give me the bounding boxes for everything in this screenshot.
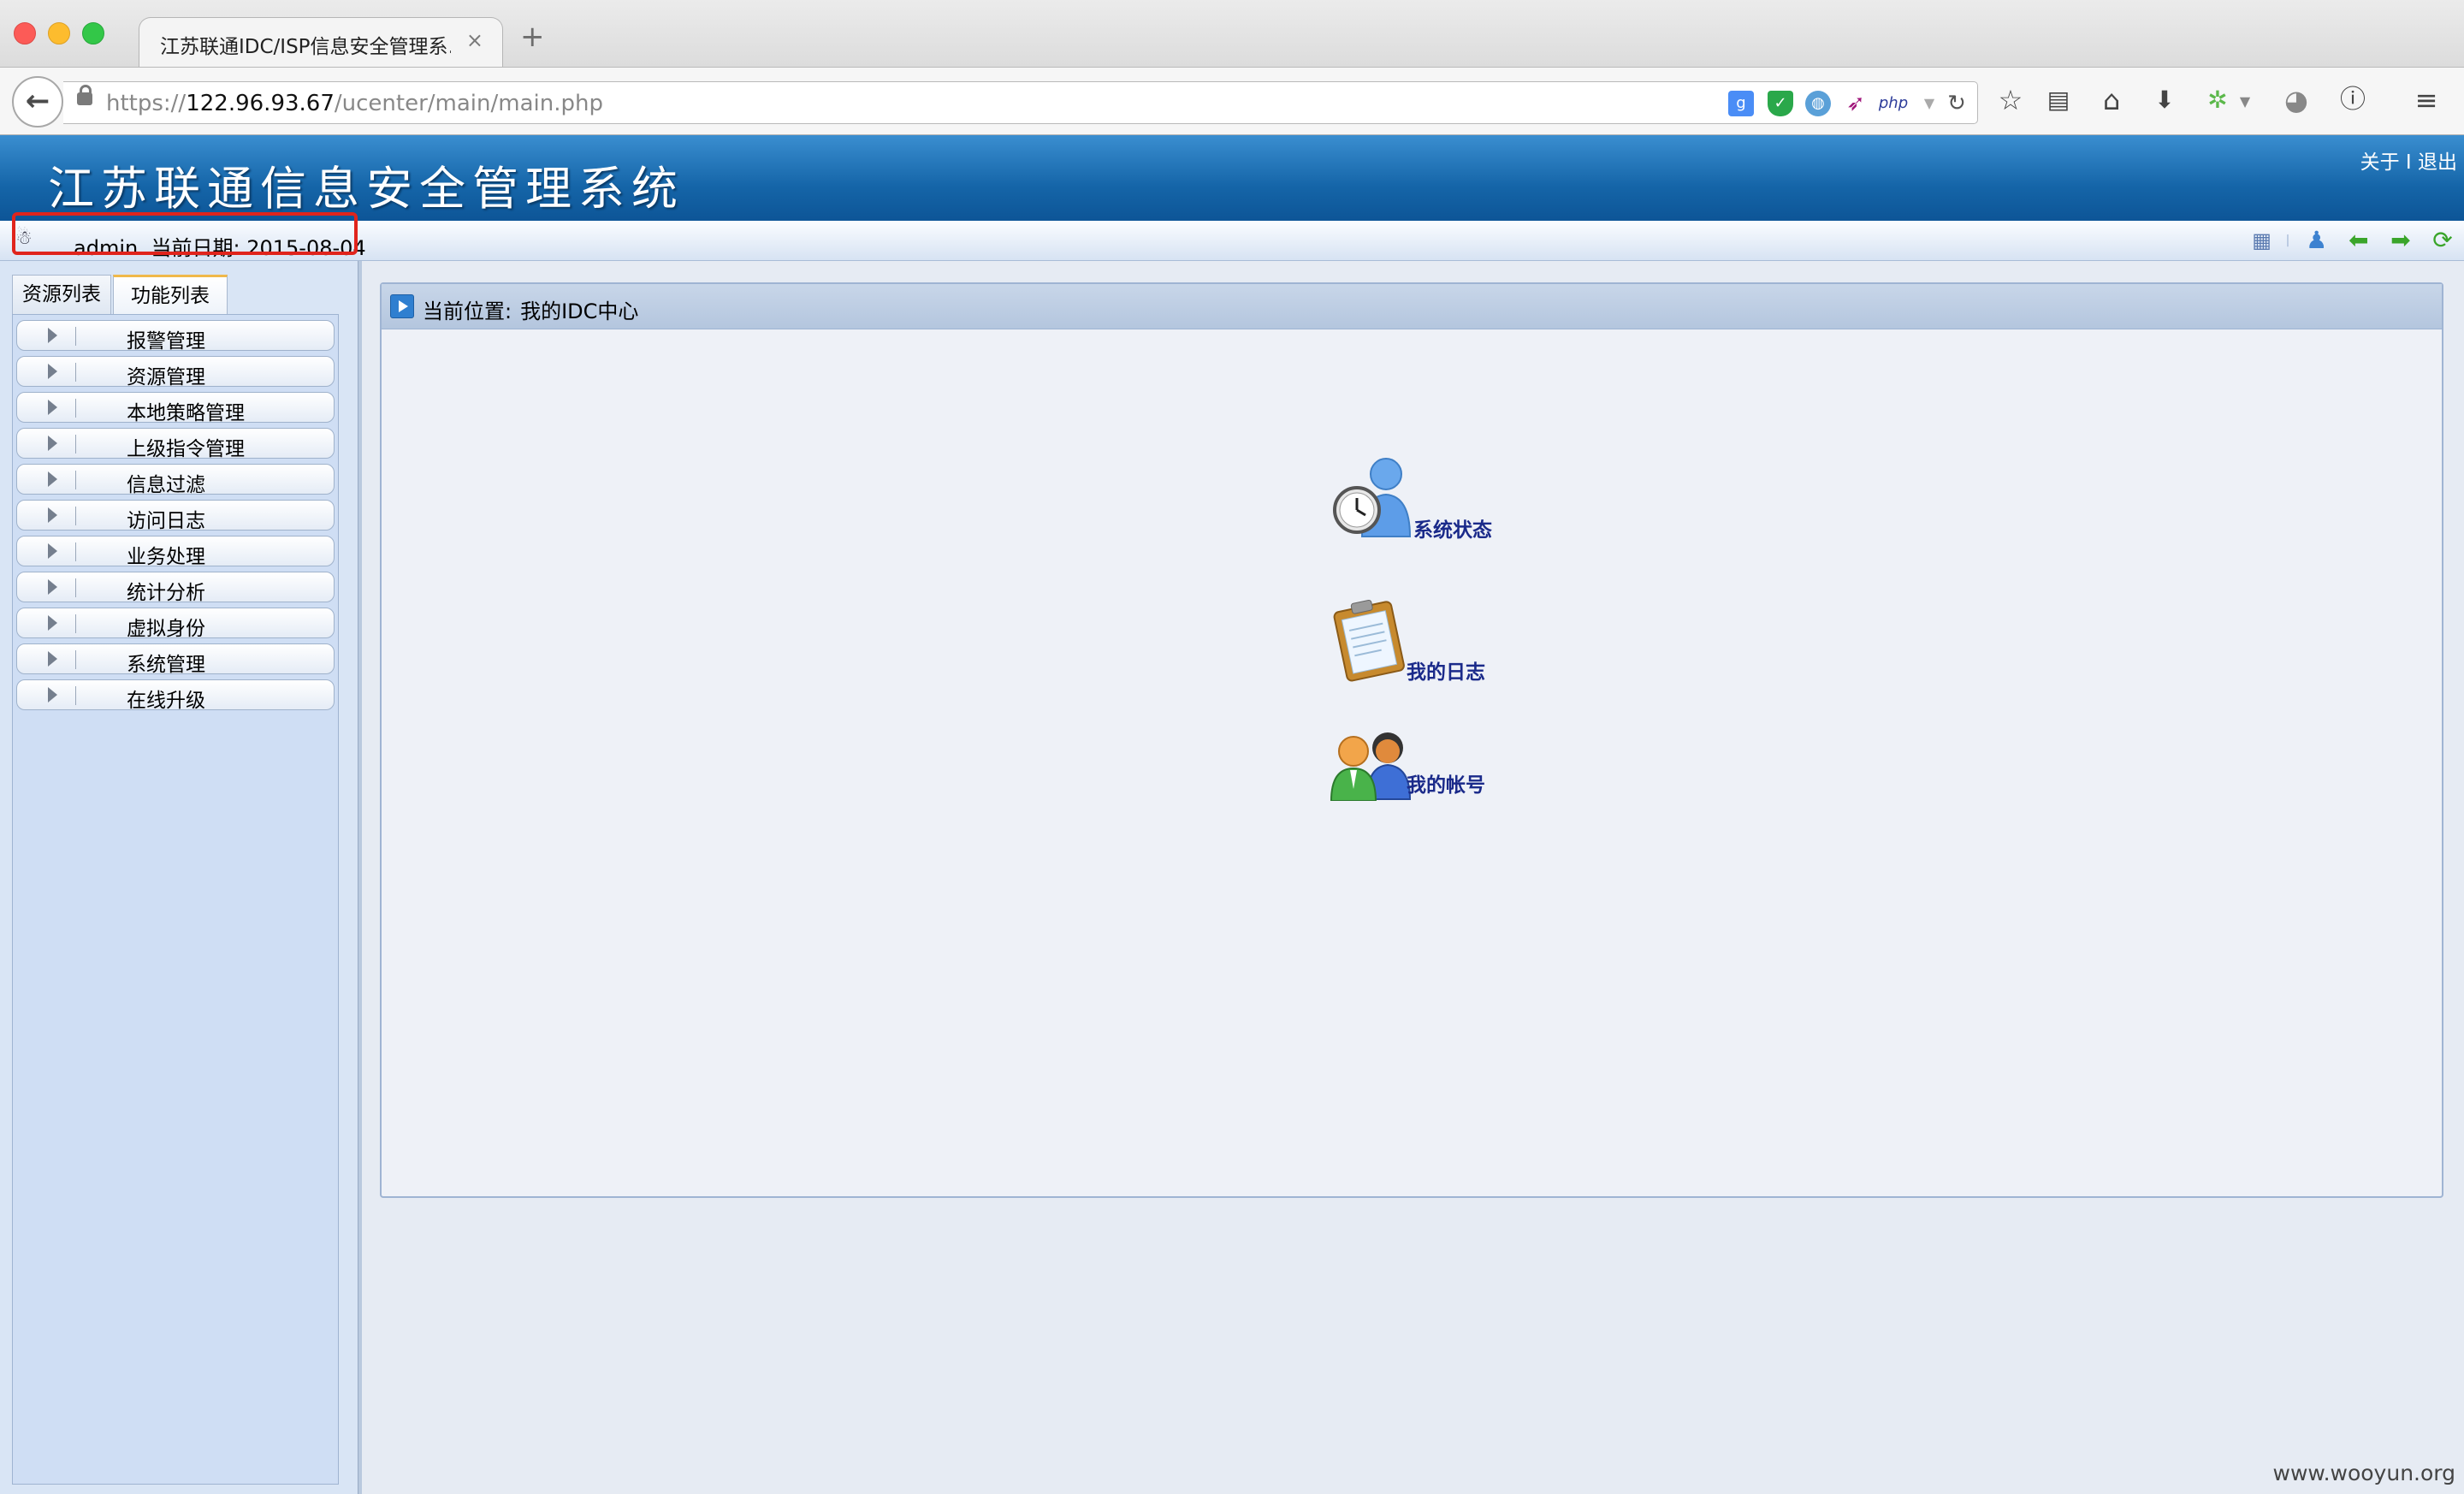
expand-arrow-icon [48, 436, 57, 451]
watermark: www.wooyun.org [2272, 1461, 2455, 1485]
url-text[interactable]: https://122.96.93.67/ucenter/main/main.p… [106, 91, 603, 116]
expand-arrow-icon [48, 687, 57, 703]
expand-arrow-icon [48, 579, 57, 595]
privacy-icon[interactable]: ◕ [2281, 85, 2312, 116]
my-log-shortcut[interactable]: 我的日志 [1328, 597, 1533, 685]
addon-icon[interactable]: ✲ [2202, 85, 2233, 116]
function-list-panel: 报警管理 资源管理 本地策略管理 上级指令管理 信息过滤 访问日志 业务处理 统… [12, 314, 339, 1485]
address-bar[interactable]: https://122.96.93.67/ucenter/main/main.p… [63, 81, 1978, 124]
expand-arrow-icon [48, 507, 57, 523]
menu-item-label: 本地策略管理 [127, 402, 245, 424]
menu-item-label: 统计分析 [127, 582, 205, 604]
menu-item-alarm[interactable]: 报警管理 [16, 320, 335, 353]
my-account-shortcut[interactable]: 我的帐号 [1328, 729, 1533, 815]
menu-item-label: 信息过滤 [127, 474, 205, 496]
expand-arrow-icon [48, 364, 57, 379]
info-toolbar: ▦ | ♟ ⬅ ➡ ⟳ [2239, 226, 2457, 255]
menu-item-label: 系统管理 [127, 654, 205, 676]
back-arrow-icon[interactable]: ⬅ [2344, 226, 2373, 255]
expand-arrow-icon [48, 400, 57, 415]
shortcut-label[interactable]: 我的日志 [1407, 655, 1485, 685]
logout-link[interactable]: 退出 [2418, 151, 2457, 174]
users-icon [1330, 732, 1412, 802]
bookmark-star-icon[interactable]: ☆ [1995, 85, 2026, 116]
breadcrumb: 当前位置: 我的IDC中心 [423, 294, 638, 324]
shortcut-label[interactable]: 系统状态 [1413, 513, 1492, 542]
header-links: 关于 I 退出 [2360, 145, 2457, 175]
menu-item-superior-command[interactable]: 上级指令管理 [16, 428, 335, 460]
menu-item-business[interactable]: 业务处理 [16, 536, 335, 568]
expand-arrow-icon [48, 651, 57, 667]
browser-tab-title: 江苏联通IDC/ISP信息安全管理系… [160, 36, 451, 58]
menu-icon[interactable]: ≡ [2411, 85, 2442, 116]
menu-item-local-policy[interactable]: 本地策略管理 [16, 392, 335, 424]
php-icon[interactable]: php [1874, 91, 1913, 116]
menu-item-label: 在线升级 [127, 690, 205, 712]
main-panel: 当前位置: 我的IDC中心 系统状态 我的日志 我的帐号 [380, 282, 2443, 1198]
app-header: 江苏联通信息安全管理系统 关于 I 退出 [0, 135, 2464, 221]
person-icon[interactable]: ♟ [2302, 226, 2331, 255]
toolbar-divider: | [2285, 234, 2290, 247]
window-zoom-button[interactable] [82, 22, 104, 44]
browser-tabstrip: 江苏联通IDC/ISP信息安全管理系… × + [0, 0, 2464, 68]
globe-icon[interactable]: ◍ [1805, 91, 1831, 116]
menu-item-resource[interactable]: 资源管理 [16, 356, 335, 388]
expand-arrow-icon [48, 471, 57, 487]
system-status-shortcut[interactable]: 系统状态 [1328, 455, 1533, 542]
menu-item-statistics[interactable]: 统计分析 [16, 572, 335, 604]
expand-arrow-icon [48, 543, 57, 559]
menu-item-system[interactable]: 系统管理 [16, 643, 335, 676]
home-icon[interactable]: ⌂ [2096, 85, 2127, 116]
sidebar-splitter[interactable] [358, 261, 362, 1494]
google-icon[interactable]: g [1728, 91, 1754, 116]
shortcut-label[interactable]: 我的帐号 [1407, 768, 1485, 797]
link-separator: I [2405, 151, 2412, 174]
menu-item-label: 资源管理 [127, 366, 205, 388]
clipboard-icon [1333, 599, 1405, 682]
window-minimize-button[interactable] [48, 22, 70, 44]
refresh-icon[interactable]: ⟳ [2428, 226, 2457, 255]
browser-navbar: ← https://122.96.93.67/ucenter/main/main… [0, 68, 2464, 135]
highlight-box [12, 212, 358, 255]
menu-item-label: 上级指令管理 [127, 438, 245, 460]
menu-item-virtual-identity[interactable]: 虚拟身份 [16, 608, 335, 640]
shield-icon[interactable]: ✓ [1768, 91, 1793, 116]
reload-icon[interactable]: ↻ [1944, 91, 1969, 116]
info-bar: ☃ admin 当前日期: 2015-08-04 ▦ | ♟ ⬅ ➡ ⟳ [0, 221, 2464, 261]
info-icon[interactable]: ⓘ [2337, 85, 2368, 116]
location-value: 我的IDC中心 [520, 299, 639, 323]
location-arrow-icon [390, 294, 414, 318]
reading-list-icon[interactable]: ▤ [2043, 85, 2074, 116]
addon-dropdown-icon[interactable]: ▼ [2238, 86, 2252, 117]
tab-resource-list[interactable]: 资源列表 [12, 275, 111, 314]
menu-item-label: 业务处理 [127, 546, 205, 568]
app-title: 江苏联通信息安全管理系统 [48, 162, 684, 216]
about-link[interactable]: 关于 [2360, 151, 2400, 174]
new-tab-button[interactable]: + [520, 22, 545, 51]
back-button[interactable]: ← [12, 76, 63, 127]
browser-tab[interactable]: 江苏联通IDC/ISP信息安全管理系… × [139, 17, 503, 67]
close-tab-icon[interactable]: × [466, 28, 483, 52]
calendar-icon[interactable]: ▦ [2248, 226, 2277, 255]
lock-icon [77, 85, 92, 105]
menu-item-online-upgrade[interactable]: 在线升级 [16, 679, 335, 712]
sidebar: 资源列表 功能列表 报警管理 资源管理 本地策略管理 上级指令管理 信息过滤 访… [0, 261, 358, 1494]
menu-item-label: 报警管理 [127, 330, 205, 353]
dropdown-icon[interactable]: ▼ [1916, 91, 1942, 116]
window-close-button[interactable] [14, 22, 36, 44]
expand-arrow-icon [48, 328, 57, 343]
menu-item-label: 访问日志 [127, 510, 205, 532]
menu-item-access-log[interactable]: 访问日志 [16, 500, 335, 532]
location-bar: 当前位置: 我的IDC中心 [382, 284, 2442, 329]
menu-item-info-filter[interactable]: 信息过滤 [16, 464, 335, 496]
download-icon[interactable]: ⬇ [2149, 85, 2180, 116]
menu-item-label: 虚拟身份 [127, 618, 205, 640]
feather-icon[interactable]: ➶ [1843, 91, 1869, 116]
location-label: 当前位置: [423, 299, 512, 323]
expand-arrow-icon [48, 615, 57, 631]
forward-arrow-icon[interactable]: ➡ [2386, 226, 2415, 255]
user-clock-icon [1333, 458, 1412, 537]
tab-function-list[interactable]: 功能列表 [113, 275, 228, 314]
